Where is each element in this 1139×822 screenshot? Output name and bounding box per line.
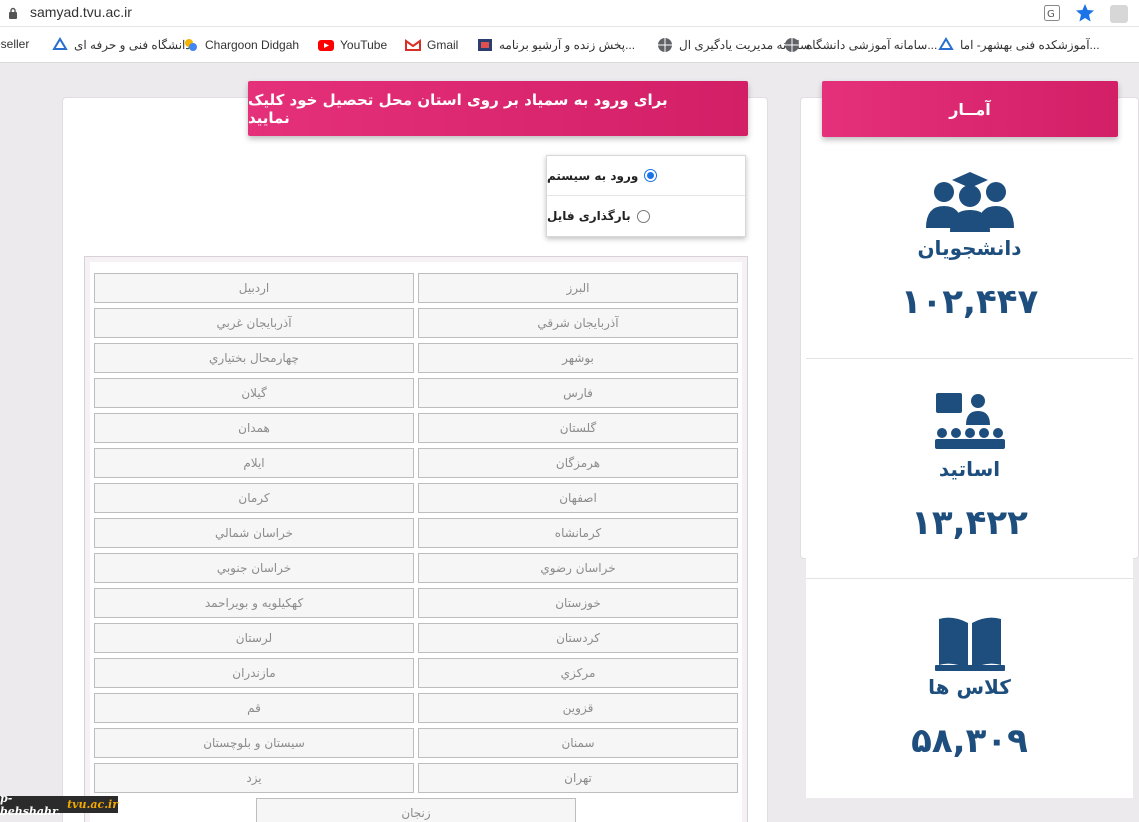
province-button[interactable]: كرمان	[94, 483, 414, 513]
province-button[interactable]: هرمزگان	[418, 448, 738, 478]
province-button[interactable]: خراسان رضوي	[418, 553, 738, 583]
chargoon-icon	[185, 39, 197, 51]
province-button[interactable]: آذربايجان غربي	[94, 308, 414, 338]
province-button[interactable]: سيستان و بلوچستان	[94, 728, 414, 758]
province-grid-inner: البرز آذربایجان شرقي بوشهر فارس گلستان هرمزگا…	[90, 262, 742, 822]
bookmark-item[interactable]: سامانه آموزشی دانشگاه...	[784, 37, 937, 53]
province-button[interactable]: آذربایجان شرقي	[418, 308, 738, 338]
login-option[interactable]: ورود به سیستم	[547, 156, 745, 196]
translate-icon[interactable]: G	[1044, 5, 1060, 21]
province-button[interactable]: مازندران	[94, 658, 414, 688]
students-icon	[925, 172, 1014, 232]
teacher-icon	[934, 393, 1005, 449]
province-grid: البرز آذربایجان شرقي بوشهر فارس گلستان هرمزگا…	[84, 256, 748, 822]
stats-header: آمــار	[822, 81, 1118, 137]
province-button[interactable]: تهران	[418, 763, 738, 793]
province-button[interactable]: كرمانشاه	[418, 518, 738, 548]
province-button[interactable]: چهارمحال بختياري	[94, 343, 414, 373]
tvu-logo-icon	[52, 37, 68, 50]
stat-label: اساتید	[938, 457, 1001, 481]
province-button[interactable]: همدان	[94, 413, 414, 443]
stat-classes: کلاس ها ۵۸,۳۰۹	[806, 579, 1133, 798]
login-radio[interactable]	[644, 169, 658, 182]
province-button[interactable]: البرز	[418, 273, 738, 303]
tvu-logo-icon	[938, 37, 954, 50]
globe-icon	[785, 38, 799, 52]
province-button[interactable]: خوزستان	[418, 588, 738, 618]
province-button[interactable]: فارس	[418, 378, 738, 408]
province-button[interactable]: گلستان	[418, 413, 738, 443]
globe-icon	[658, 38, 672, 52]
stat-value: ۱۳,۴۲۲	[911, 503, 1028, 543]
extension-icon[interactable]	[1110, 5, 1128, 23]
province-button[interactable]: قم	[94, 693, 414, 723]
bookmark-item[interactable]: eseller	[0, 37, 29, 51]
lock-icon	[9, 7, 17, 19]
stat-label: دانشجویان	[917, 236, 1022, 260]
broadcast-icon	[478, 39, 492, 51]
bookmark-star-icon[interactable]	[1075, 3, 1095, 23]
stat-teachers: اساتید ۱۳,۴۲۲	[806, 359, 1133, 577]
province-button[interactable]: اصفهان	[418, 483, 738, 513]
province-button[interactable]: خراسان جنوبي	[94, 553, 414, 583]
upload-radio[interactable]	[636, 209, 650, 223]
address-bar[interactable]: samyad.tvu.ac.ir G	[0, 0, 1139, 27]
book-icon	[934, 617, 1005, 671]
province-button[interactable]: قزوين	[418, 693, 738, 723]
bookmark-item[interactable]: YouTube	[318, 37, 387, 53]
province-button[interactable]: بوشهر	[418, 343, 738, 373]
province-button[interactable]: گيلان	[94, 378, 414, 408]
province-button[interactable]: كردستان	[418, 623, 738, 653]
stat-label: کلاس ها	[928, 675, 1011, 699]
province-button[interactable]: كهكيلويه و بويراحمد	[94, 588, 414, 618]
province-button[interactable]: مركزي	[418, 658, 738, 688]
province-button[interactable]: خراسان شمالي	[94, 518, 414, 548]
bookmarks-bar: eseller دانشگاه فنی و حرفه ای Chargoon D…	[0, 27, 1139, 63]
stat-students: دانشجویان ۱۰۲,۴۴۷	[806, 136, 1133, 358]
bookmark-item[interactable]: دانشگاه فنی و حرفه ای	[52, 37, 191, 53]
bookmark-item[interactable]: Chargoon Didgah	[183, 37, 299, 53]
province-notice: برای ورود به سمیاد بر روی استان محل تحصی…	[248, 81, 748, 136]
mode-selector: ورود به سیستم بارگذاری فایل	[546, 155, 746, 237]
province-button[interactable]: ايلام	[94, 448, 414, 478]
province-button[interactable]: لرستان	[94, 623, 414, 653]
svg-text:G: G	[1047, 9, 1055, 20]
upload-option[interactable]: بارگذاری فایل	[547, 196, 745, 236]
province-button[interactable]: سمنان	[418, 728, 738, 758]
bookmark-item[interactable]: پخش زنده و آرشیو برنامه...	[477, 37, 635, 53]
bookmark-item[interactable]: Gmail	[405, 37, 458, 53]
province-button[interactable]: اردبيل	[94, 273, 414, 303]
site-watermark: p-behshahr. tvu.ac.ir	[0, 791, 118, 818]
stat-value: ۵۸,۳۰۹	[911, 721, 1028, 761]
gmail-icon	[405, 39, 421, 51]
bookmark-item[interactable]: آموزشکده فنی بهشهر- اما...	[938, 37, 1100, 53]
url-text[interactable]: samyad.tvu.ac.ir	[30, 4, 132, 20]
youtube-icon	[318, 40, 334, 51]
stat-value: ۱۰۲,۴۴۷	[900, 282, 1039, 322]
province-button[interactable]: يزد	[94, 763, 414, 793]
province-button[interactable]: زنجان	[256, 798, 576, 822]
